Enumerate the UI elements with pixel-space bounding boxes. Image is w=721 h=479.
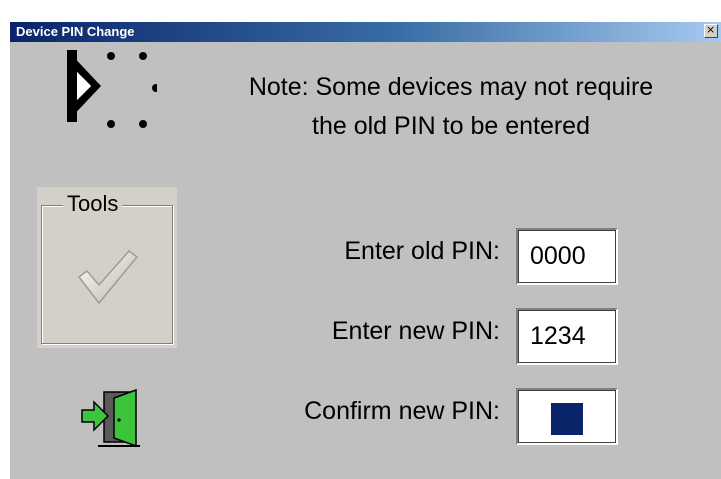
checkmark-icon (77, 249, 139, 305)
close-button[interactable]: × (704, 23, 718, 38)
new-pin-label: Enter new PIN: (331, 317, 500, 345)
note-line-1: Note: Some devices may not require (248, 73, 654, 101)
note-text: Note: Some devices may not require the o… (186, 68, 716, 146)
text-cursor (551, 403, 583, 435)
note-line-2: the old PIN to be entered (312, 112, 590, 140)
close-icon: × (706, 23, 716, 36)
exit-door-icon[interactable] (78, 388, 142, 450)
new-pin-input[interactable]: 1234 (516, 308, 618, 365)
bluetooth-icon (67, 50, 157, 128)
window-title: Device PIN Change (16, 24, 135, 39)
confirm-pin-label: Confirm new PIN: (304, 397, 500, 425)
old-pin-input[interactable]: 0000 (516, 228, 618, 285)
confirm-pin-input[interactable] (516, 388, 618, 445)
tools-label: Tools (63, 191, 123, 217)
old-pin-label: Enter old PIN: (344, 237, 500, 265)
tools-button[interactable]: Tools (37, 187, 177, 348)
title-bar: Device PIN Change × (10, 22, 721, 42)
